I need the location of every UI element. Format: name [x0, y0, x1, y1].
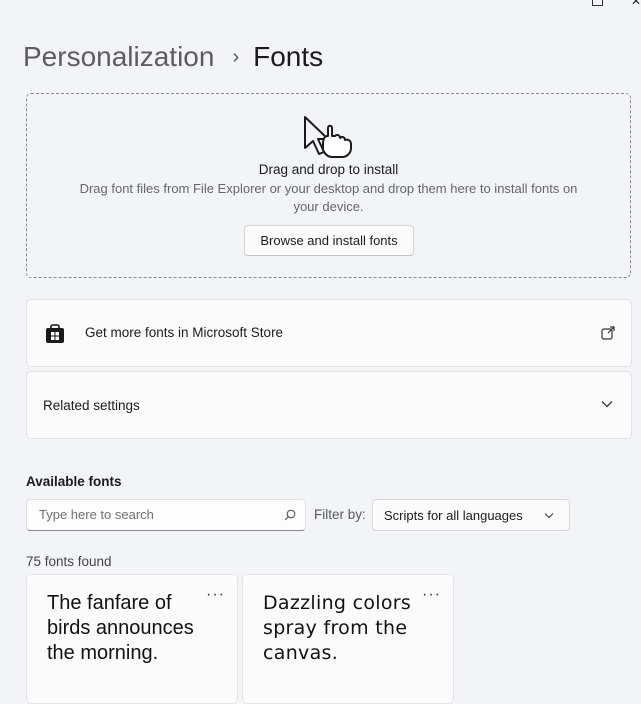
related-settings-label: Related settings [43, 398, 140, 413]
breadcrumb-parent[interactable]: Personalization [23, 40, 214, 74]
microsoft-store-icon [46, 324, 64, 343]
external-link-icon [601, 326, 615, 340]
font-sample-text: Dazzling colors spray from the canvas. [263, 592, 412, 664]
filter-dropdown[interactable]: Scripts for all languages [372, 499, 570, 531]
font-drop-zone[interactable]: Drag and drop to install Drag font files… [26, 93, 631, 278]
store-link-label: Get more fonts in Microsoft Store [85, 325, 284, 340]
font-sample-text: The fanfare of birds announces the morni… [47, 592, 194, 664]
page-title: Fonts [253, 41, 324, 72]
search-icon[interactable] [284, 509, 296, 521]
font-card[interactable]: Dazzling colors spray from the canvas. ·… [242, 574, 454, 704]
font-search-box[interactable] [26, 499, 306, 531]
fonts-found-count: 75 fonts found [26, 554, 112, 569]
available-fonts-heading: Available fonts [26, 474, 122, 489]
window-controls: ✕ [591, 0, 641, 8]
dropzone-description: Drag font files from File Explorer or yo… [79, 181, 578, 214]
dropzone-title: Drag and drop to install [258, 162, 399, 177]
maximize-icon[interactable] [591, 0, 603, 6]
microsoft-store-card[interactable]: Get more fonts in Microsoft Store [26, 299, 632, 367]
filter-selected-value: Scripts for all languages [384, 508, 523, 523]
related-settings-card[interactable]: Related settings [26, 371, 632, 439]
breadcrumb: Personalization › Fonts [23, 40, 323, 74]
filter-label: Filter by: [314, 507, 366, 522]
browse-install-fonts-button[interactable]: Browse and install fonts [244, 225, 414, 256]
font-card[interactable]: The fanfare of birds announces the morni… [26, 574, 238, 704]
drag-drop-cursor-icon [303, 116, 352, 158]
chevron-right-icon: › [232, 46, 240, 68]
more-options-icon[interactable]: ··· [422, 587, 441, 603]
more-options-icon[interactable]: ··· [206, 587, 225, 603]
close-icon[interactable]: ✕ [631, 0, 641, 8]
search-input[interactable] [37, 506, 271, 523]
chevron-down-icon [544, 513, 554, 519]
chevron-down-icon [601, 401, 613, 408]
